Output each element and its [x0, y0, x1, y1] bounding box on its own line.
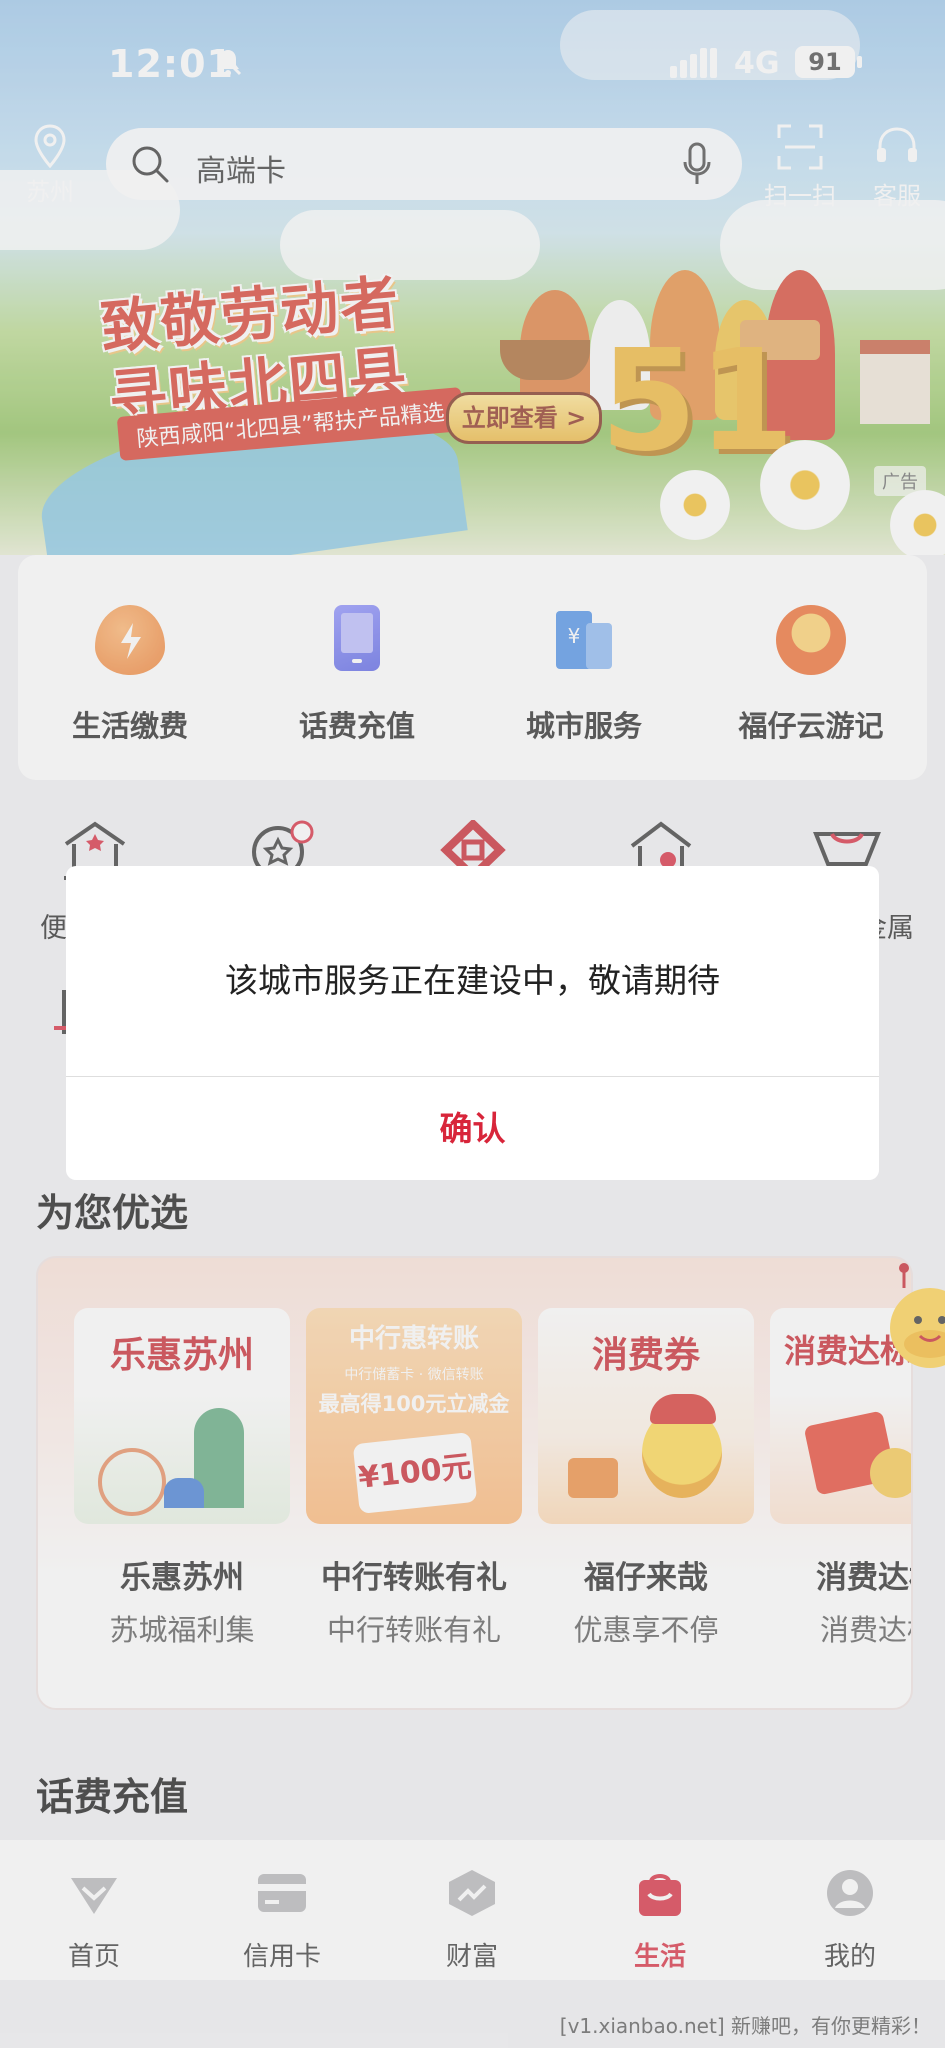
alert-dialog: 该城市服务正在建设中，敬请期待 确认: [66, 866, 879, 1180]
dialog-divider: [66, 1076, 879, 1077]
dialog-message: 该城市服务正在建设中，敬请期待: [225, 961, 720, 1000]
confirm-button[interactable]: 确认: [66, 1078, 879, 1180]
